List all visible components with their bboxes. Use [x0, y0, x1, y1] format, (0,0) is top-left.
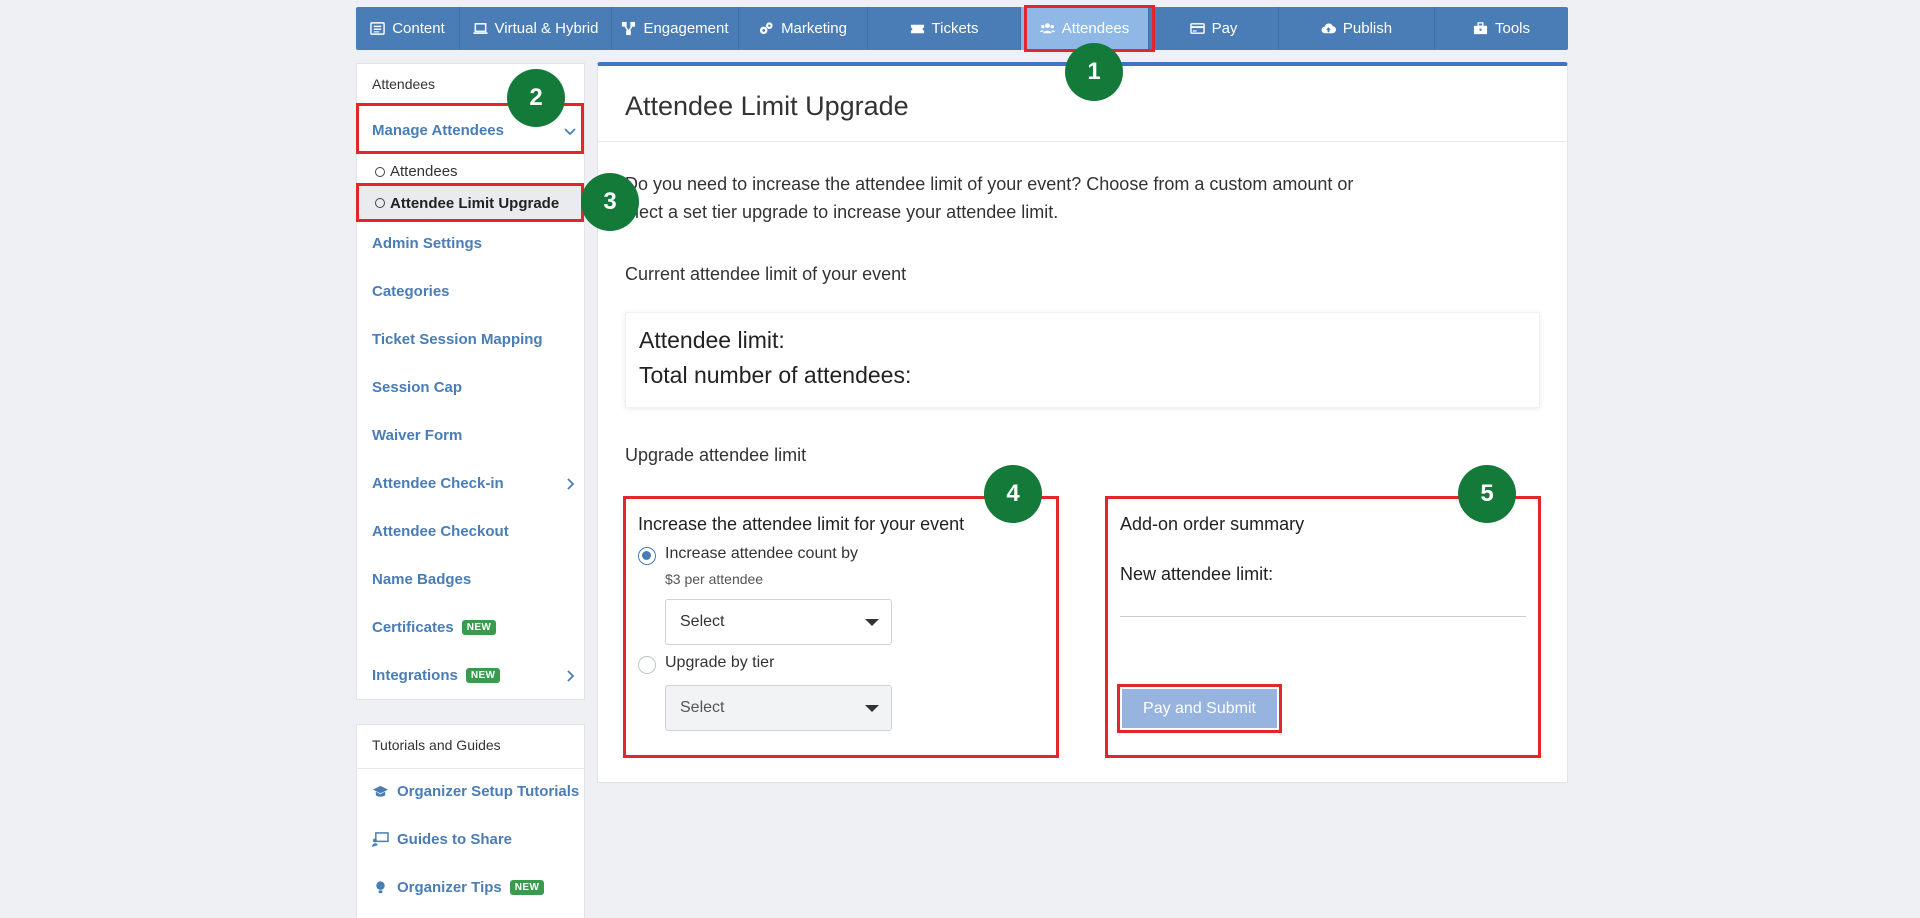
- current-limit-label: Current attendee limit of your event: [625, 264, 907, 284]
- new-attendee-limit-text: New attendee limit:: [1120, 564, 1274, 584]
- sidebar-item-organizer-setup-tutorials[interactable]: Organizer Setup Tutorials: [372, 783, 579, 800]
- summary-card-title: Add-on order summary: [1120, 514, 1305, 534]
- nav-tab-content[interactable]: Content: [356, 7, 460, 50]
- lightbulb-icon: [376, 881, 385, 894]
- intro-text: Do you need to increase the attendee lim…: [625, 174, 1354, 222]
- step-marker-1: 1: [1065, 43, 1123, 101]
- increase-card-title: Increase the attendee limit for your eve…: [638, 514, 965, 534]
- radio-upgrade-tier[interactable]: [638, 656, 656, 674]
- circle-icon: [375, 166, 385, 177]
- radio-increase-count[interactable]: [638, 547, 656, 565]
- laptop-icon: [473, 23, 488, 34]
- attendee-count-select[interactable]: Select: [665, 599, 892, 645]
- presentation-icon: [372, 832, 389, 847]
- sidebar-item-attendee-checkin[interactable]: Attendee Check-in: [372, 475, 504, 492]
- network-icon: [622, 21, 636, 36]
- pay-and-submit-highlight: Pay and Submit: [1117, 684, 1282, 733]
- ticket-icon: [910, 24, 924, 34]
- toolbox-icon: [1473, 22, 1488, 35]
- new-badge: NEW: [509, 880, 545, 895]
- nav-tab-engagement[interactable]: Engagement: [612, 7, 739, 50]
- main-panel: Attendee Limit Upgrade Do you need to in…: [597, 62, 1568, 783]
- nav-tab-tickets[interactable]: Tickets: [868, 7, 1021, 50]
- sidebar-item-integrations[interactable]: Integrations NEW: [372, 667, 501, 684]
- total-attendees-text: Total number of attendees:: [639, 362, 912, 388]
- divider: [357, 768, 584, 769]
- divider: [598, 141, 1567, 142]
- highlight-limit-upgrade: [356, 183, 584, 222]
- caret-down-icon: [865, 705, 879, 712]
- radio-upgrade-tier-label: Upgrade by tier: [665, 654, 775, 671]
- nav-tab-pay[interactable]: Pay: [1149, 7, 1279, 50]
- nav-tab-virtual-hybrid[interactable]: Virtual & Hybrid: [460, 7, 612, 50]
- chevron-right-icon[interactable]: [562, 476, 578, 492]
- chevron-right-icon[interactable]: [562, 668, 578, 684]
- card-icon: [1189, 23, 1205, 34]
- sidebar-attendees: Attendees Manage Attendees Attendees Att…: [356, 63, 585, 700]
- sidebar-item-session-cap[interactable]: Session Cap: [372, 379, 462, 396]
- page-title: Attendee Limit Upgrade: [625, 91, 909, 121]
- step-marker-3: 3: [581, 173, 639, 231]
- sidebar-item-ticket-session-mapping[interactable]: Ticket Session Mapping: [372, 331, 543, 348]
- sidebar2-heading: Tutorials and Guides: [372, 737, 501, 753]
- divider: [1120, 616, 1526, 617]
- sidebar-tutorials: Tutorials and Guides Organizer Setup Tut…: [356, 724, 585, 918]
- step-marker-5: 5: [1458, 465, 1516, 523]
- tier-select[interactable]: Select: [665, 685, 892, 731]
- cloud-upload-icon: [1321, 23, 1336, 34]
- list-icon: [370, 22, 385, 35]
- sidebar-subitem-attendees[interactable]: Attendees: [375, 163, 458, 180]
- sidebar-item-categories[interactable]: Categories: [372, 283, 450, 300]
- step-marker-2: 2: [507, 69, 565, 127]
- sidebar-item-waiver-form[interactable]: Waiver Form: [372, 427, 462, 444]
- sidebar-item-admin-settings[interactable]: Admin Settings: [372, 235, 482, 252]
- new-badge: NEW: [465, 668, 501, 683]
- nav-tab-publish[interactable]: Publish: [1279, 7, 1435, 50]
- pay-and-submit-button[interactable]: Pay and Submit: [1122, 689, 1277, 728]
- price-per-attendee: $3 per attendee: [665, 571, 764, 587]
- sidebar-item-organizer-tips[interactable]: Organizer Tips NEW: [372, 879, 545, 896]
- top-nav: Content Virtual & Hybrid Engagement Mark…: [356, 7, 1568, 50]
- increase-limit-card: Increase the attendee limit for your eve…: [623, 496, 1059, 758]
- nav-tab-tools[interactable]: Tools: [1435, 7, 1568, 50]
- attendee-limit-text: Attendee limit:: [639, 327, 785, 353]
- sidebar-item-guides-to-share[interactable]: Guides to Share: [372, 831, 512, 848]
- nav-tab-marketing[interactable]: Marketing: [739, 7, 868, 50]
- sidebar-item-certificates[interactable]: Certificates NEW: [372, 619, 497, 636]
- order-summary-card: Add-on order summary New attendee limit:…: [1105, 496, 1541, 758]
- upgrade-label: Upgrade attendee limit: [625, 445, 807, 465]
- sidebar-item-name-badges[interactable]: Name Badges: [372, 571, 471, 588]
- step-marker-4: 4: [984, 465, 1042, 523]
- graduation-cap-icon: [373, 785, 388, 797]
- sidebar-heading: Attendees: [372, 76, 436, 92]
- new-badge: NEW: [461, 620, 497, 635]
- radio-increase-count-label: Increase attendee count by: [665, 545, 859, 562]
- caret-down-icon: [865, 619, 879, 626]
- sidebar-item-attendee-checkout[interactable]: Attendee Checkout: [372, 523, 509, 540]
- limit-info-box: Attendee limit: Total number of attendee…: [625, 312, 1540, 408]
- cogs-icon: [760, 22, 773, 35]
